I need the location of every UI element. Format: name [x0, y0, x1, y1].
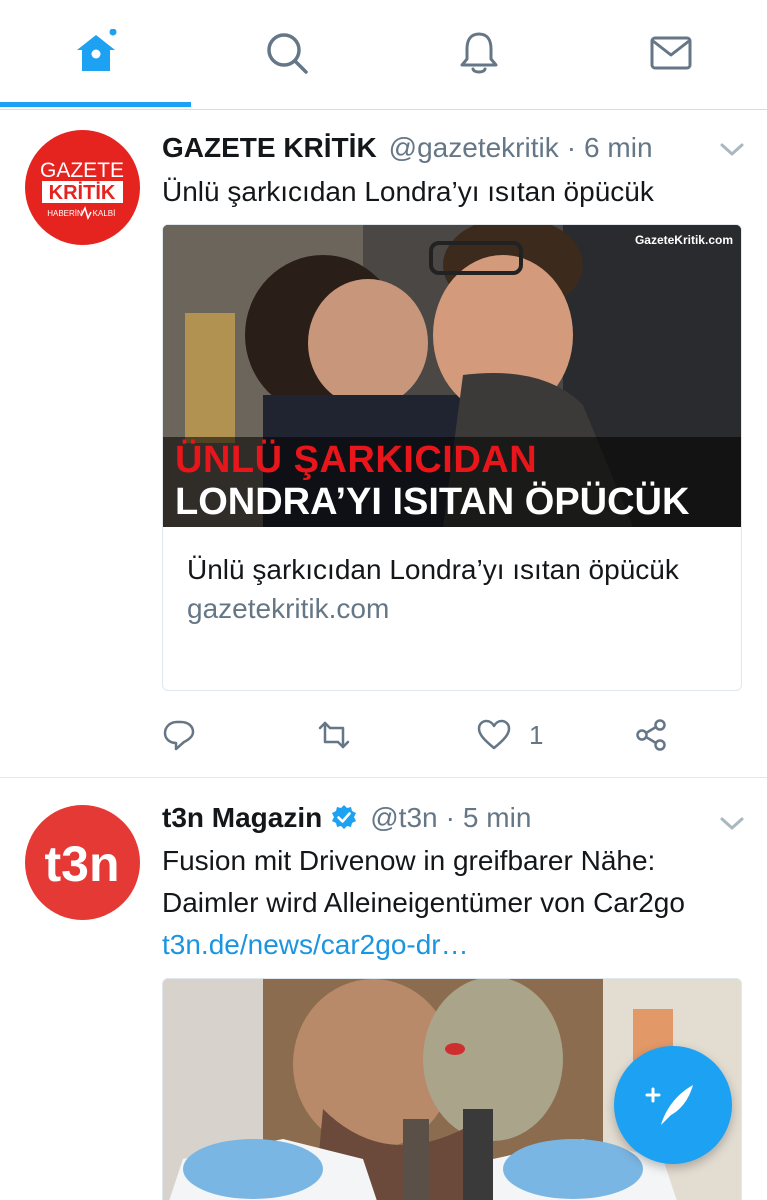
chevron-down-icon[interactable]: [719, 816, 745, 832]
author-name[interactable]: t3n Magazin: [162, 802, 322, 834]
card-title: Ünlü şarkıcıdan Londra’yı ısıtan öpücük: [187, 554, 679, 585]
bell-icon: [460, 32, 497, 74]
tweet-gazetekritik[interactable]: GAZETE KRİTİK HABERİN KALBİ GAZETE KRİTİ…: [0, 110, 767, 778]
envelope-icon: [650, 36, 691, 70]
tweet-header: GAZETE KRİTİK @gazetekritik · 6 min: [162, 128, 747, 168]
link-card[interactable]: GazeteKritik.com ÜNLÜ ŞARKICIDAN LONDRA’…: [162, 224, 742, 691]
avatar-t3n[interactable]: t3n: [25, 805, 140, 920]
share-button[interactable]: [634, 715, 668, 755]
home-icon: [76, 29, 116, 71]
active-tab-indicator: [0, 102, 191, 107]
like-count: 1: [529, 719, 544, 750]
card-domain: gazetekritik.com: [187, 593, 390, 624]
verified-badge-icon: [332, 805, 357, 829]
avatar-gazetekritik[interactable]: GAZETE KRİTİK HABERİN KALBİ: [25, 130, 140, 245]
tweet-time[interactable]: 6 min: [584, 132, 652, 164]
tab-home[interactable]: [0, 0, 191, 106]
tweet-text-body: Fusion mit Drivenow in greifbarer Nähe: …: [162, 845, 685, 918]
reply-icon: [163, 720, 195, 751]
tweet-header: t3n Magazin @t3n · 5 min: [162, 798, 747, 838]
tab-notifications[interactable]: [383, 0, 574, 106]
gazete-kritik-logo: GAZETE KRİTİK HABERİN KALBİ: [40, 159, 124, 221]
tab-search[interactable]: [191, 0, 382, 106]
tweet-time[interactable]: 5 min: [463, 802, 531, 834]
separator-dot: ·: [566, 132, 577, 163]
image-headline-red: ÜNLÜ ŞARKICIDAN: [175, 439, 538, 481]
logo-tagline-left: HABERİN: [47, 209, 83, 218]
separator-dot: ·: [445, 802, 455, 833]
share-icon: [636, 719, 666, 751]
author-name[interactable]: GAZETE KRİTİK: [162, 132, 377, 164]
compose-tweet-icon: [645, 1085, 693, 1125]
retweet-icon: [318, 721, 350, 749]
like-button[interactable]: 1: [477, 715, 543, 755]
tweet-link[interactable]: t3n.de/news/car2go-dr…: [162, 929, 469, 960]
tweet-text: Ünlü şarkıcıdan Londra’yı ısıtan öpücük: [162, 176, 654, 207]
top-navigation-bar: [0, 0, 767, 110]
tweet-actions: 1: [162, 715, 722, 755]
tweet-text: Fusion mit Drivenow in greifbarer Nähe: …: [162, 840, 752, 966]
reply-button[interactable]: [162, 715, 196, 755]
heart-icon: [477, 719, 511, 750]
t3n-logo: t3n: [45, 836, 120, 892]
logo-line2: KRİTİK: [49, 181, 116, 204]
compose-tweet-button[interactable]: [614, 1046, 732, 1164]
card-image: GazeteKritik.com ÜNLÜ ŞARKICIDAN LONDRA’…: [163, 225, 741, 527]
image-headline-white: LONDRA’YI ISITAN ÖPÜCÜK: [175, 481, 690, 523]
search-icon: [266, 33, 308, 74]
author-handle[interactable]: @t3n: [370, 802, 437, 834]
retweet-button[interactable]: [317, 715, 351, 755]
image-watermark: GazeteKritik.com: [634, 233, 733, 247]
chevron-down-icon[interactable]: [719, 142, 745, 158]
t3n-logo-text: t3n: [45, 836, 120, 892]
author-handle[interactable]: @gazetekritik: [389, 132, 559, 164]
tab-messages[interactable]: [575, 0, 766, 106]
logo-tagline-right: KALBİ: [93, 209, 116, 218]
logo-line1: GAZETE: [40, 159, 124, 182]
